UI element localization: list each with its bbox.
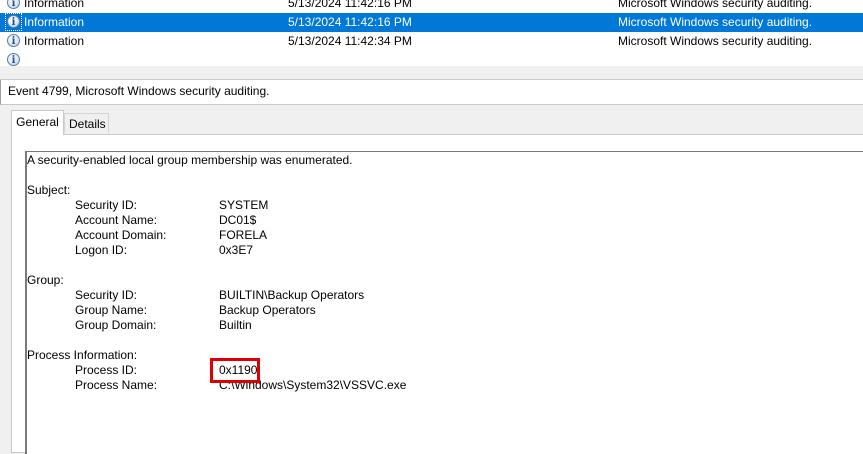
event-row[interactable]: Information 5/13/2024 11:42:34 PM Micros… xyxy=(0,32,863,51)
tab-details[interactable]: Details xyxy=(64,113,109,133)
field-label: Account Name: xyxy=(75,213,158,227)
group-heading: Group: xyxy=(27,273,64,287)
information-icon xyxy=(7,32,20,51)
event-description: A security-enabled local group membershi… xyxy=(27,153,353,167)
red-highlight-box xyxy=(210,358,260,383)
field-label: Process Name: xyxy=(75,378,158,392)
focus-rectangle xyxy=(5,13,22,31)
event-description-box[interactable] xyxy=(25,151,863,454)
field-label: Account Domain: xyxy=(75,228,167,242)
event-row[interactable]: Information 5/13/2024 11:42:16 PM Micros… xyxy=(0,0,863,13)
event-level: Information xyxy=(24,0,85,10)
field-value: DC01$ xyxy=(219,213,257,227)
field-label: Security ID: xyxy=(75,198,138,212)
field-label: Logon ID: xyxy=(75,243,128,257)
event-source: Microsoft Windows security auditing. xyxy=(618,0,813,10)
tab-general[interactable]: General xyxy=(11,110,64,135)
field-label: Security ID: xyxy=(75,288,138,302)
field-label: Group Name: xyxy=(75,303,148,317)
field-value: BUILTIN\Backup Operators xyxy=(219,288,365,302)
event-date: 5/13/2024 11:42:16 PM xyxy=(288,15,412,29)
event-level: Information xyxy=(24,34,85,48)
event-detail-title: Event 4799, Microsoft Windows security a… xyxy=(8,84,270,98)
field-value: Builtin xyxy=(219,318,252,332)
information-icon xyxy=(7,51,20,66)
event-source: Microsoft Windows security auditing. xyxy=(618,34,813,48)
field-value: SYSTEM xyxy=(219,198,269,212)
event-detail-header: Event 4799, Microsoft Windows security a… xyxy=(0,80,863,105)
pane-splitter[interactable] xyxy=(0,66,863,80)
field-value: 0x3E7 xyxy=(219,243,254,257)
subject-heading: Subject: xyxy=(27,183,71,197)
field-label: Process ID: xyxy=(75,363,138,377)
event-level: Information xyxy=(24,15,85,29)
event-date: 5/13/2024 11:42:16 PM xyxy=(288,0,412,10)
event-list[interactable]: Information 5/13/2024 11:42:16 PM Micros… xyxy=(0,0,863,67)
general-tab-panel xyxy=(11,134,863,454)
detail-tabs: General Details xyxy=(0,105,863,135)
event-source: Microsoft Windows security auditing. xyxy=(618,15,813,29)
field-value: Backup Operators xyxy=(219,303,316,317)
event-row-partial[interactable] xyxy=(0,51,863,66)
process-heading: Process Information: xyxy=(27,348,138,362)
event-date: 5/13/2024 11:42:34 PM xyxy=(288,34,412,48)
field-label: Group Domain: xyxy=(75,318,157,332)
information-icon xyxy=(7,0,20,13)
field-value: FORELA xyxy=(219,228,268,242)
event-row-selected[interactable]: Information 5/13/2024 11:42:16 PM Micros… xyxy=(0,13,863,32)
